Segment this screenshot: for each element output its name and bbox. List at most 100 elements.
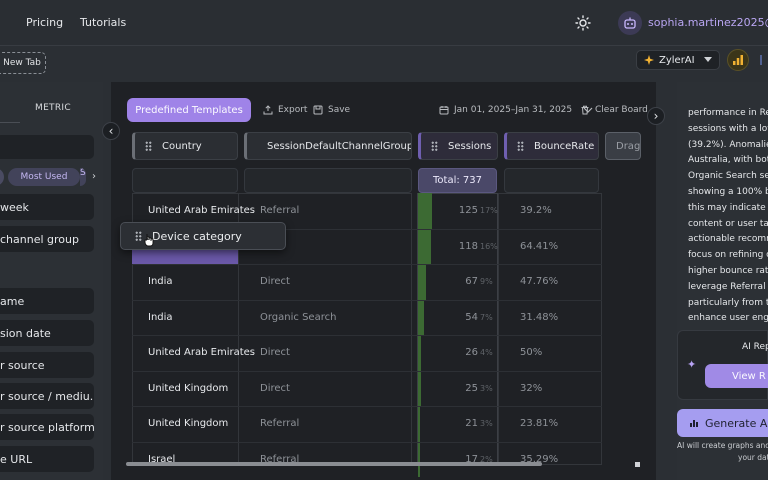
cell-bouncerate: 31.48% xyxy=(520,311,559,323)
table-row[interactable]: United Kingdom Direct 25 3% 32% xyxy=(132,371,602,406)
calendar-icon xyxy=(439,106,449,115)
dimension-item-label: channel group xyxy=(0,232,79,246)
channel-filter-input[interactable] xyxy=(244,168,412,193)
column-header-sessions[interactable]: Sessions xyxy=(418,132,498,160)
column-header-label: Country xyxy=(162,140,202,152)
row-divider xyxy=(132,299,602,301)
insight-line: showing a 100% bou xyxy=(688,186,768,197)
chip-next[interactable]: S xyxy=(80,168,86,186)
cell-sessions-percent: 9% xyxy=(480,277,493,286)
column-header-label: Sessions xyxy=(448,140,492,152)
dimension-item-label: r source xyxy=(0,358,45,372)
sessions-bar xyxy=(418,335,421,371)
cell-channel: Referral xyxy=(260,453,300,465)
generate-ai-button[interactable]: Generate AI xyxy=(677,409,768,437)
cell-channel: Direct xyxy=(260,347,290,358)
nav-tutorials[interactable]: Tutorials xyxy=(80,16,126,29)
cell-sessions: 21 xyxy=(465,418,478,429)
cell-country: India xyxy=(148,311,173,323)
country-filter-input[interactable] xyxy=(132,168,238,193)
dimension-search-input[interactable] xyxy=(0,135,94,159)
export-label: Export xyxy=(278,105,308,115)
bouncerate-filter-input[interactable] xyxy=(504,168,599,193)
column-header-label: BounceRate xyxy=(534,140,595,152)
cell-sessions-percent: 2% xyxy=(480,454,493,464)
generate-ai-label: Generate AI xyxy=(705,416,768,430)
dimension-item[interactable]: r source platform xyxy=(0,414,94,440)
horizontal-scrollbar[interactable] xyxy=(126,462,542,466)
insight-line: leverage Referral tr xyxy=(688,281,768,292)
theme-sun-icon[interactable] xyxy=(575,15,591,31)
predefined-templates-button[interactable]: Predefined Templates xyxy=(127,98,251,122)
tab-metric[interactable]: METRIC xyxy=(35,103,71,113)
sessions-bar xyxy=(418,370,421,406)
cell-channel: Referral xyxy=(260,418,300,429)
column-drop-zone[interactable]: Drag xyxy=(605,132,641,160)
collapse-left-button[interactable]: ‹ xyxy=(102,122,120,140)
chip-previous[interactable] xyxy=(0,168,4,186)
sessions-bar xyxy=(418,264,426,300)
cell-sessions-percent: 3% xyxy=(480,419,493,428)
table-row[interactable]: India Organic Search 54 7% 31.48% xyxy=(132,300,602,335)
cell-country: India xyxy=(148,276,173,287)
table-row[interactable]: United Arab Emirates Direct 26 4% 50% xyxy=(132,335,602,370)
dimension-item[interactable]: e URL xyxy=(0,446,94,472)
drag-handle-icon[interactable] xyxy=(517,141,524,151)
table-row[interactable]: Israel Referral 17 2% 35.29% xyxy=(132,442,602,477)
column-header-country[interactable]: Country xyxy=(132,132,238,160)
sessions-bar xyxy=(418,228,432,264)
user-email[interactable]: sophia.martinez2025@g xyxy=(648,16,768,29)
cell-bouncerate: 32% xyxy=(520,382,543,394)
scroll-corner xyxy=(635,462,640,467)
new-tab-button[interactable]: New Tab xyxy=(0,52,46,74)
drag-handle-icon[interactable] xyxy=(431,141,438,151)
dimension-item[interactable]: sion date xyxy=(0,320,94,346)
row-divider xyxy=(132,370,602,372)
cell-country: Israel xyxy=(148,453,176,465)
table-row[interactable]: India Direct 67 9% 47.76% xyxy=(132,264,602,299)
row-divider xyxy=(132,264,602,265)
ai-selector-dropdown[interactable]: ZylerAI xyxy=(636,50,720,70)
column-header-bouncerate[interactable]: BounceRate xyxy=(504,132,599,160)
analytics-logo-icon[interactable] xyxy=(727,49,749,71)
date-range-picker[interactable]: Jan 01, 2025–Jan 31, 2025 xyxy=(439,105,593,115)
save-button[interactable]: Save xyxy=(313,105,350,115)
view-report-button[interactable]: View R xyxy=(705,364,768,388)
drag-handle-icon[interactable] xyxy=(145,141,152,151)
clear-board-button[interactable]: Clear Board xyxy=(580,105,648,115)
dimension-item[interactable]: week xyxy=(0,194,94,220)
user-avatar-icon[interactable] xyxy=(618,11,642,35)
drag-handle-icon[interactable] xyxy=(135,231,142,241)
sessions-total: Total: 737 xyxy=(418,168,497,193)
insight-line: particularly from the xyxy=(688,297,768,308)
dimension-item[interactable]: ame xyxy=(0,288,94,314)
dimension-item[interactable]: r source / mediu... xyxy=(0,383,94,409)
chip-most-used[interactable]: Most Used xyxy=(8,168,80,186)
chip-next-label: S xyxy=(80,168,86,178)
export-button[interactable]: Export xyxy=(263,105,307,115)
table-row[interactable]: United Kingdom Referral 21 3% 23.81% xyxy=(132,406,602,441)
sparkle-icon: ✦ xyxy=(687,358,697,371)
column-header-channel-group[interactable]: SessionDefaultChannelGroup xyxy=(244,132,412,160)
drop-indicator xyxy=(132,250,238,264)
zyler-logo-icon xyxy=(644,55,654,65)
trash-icon xyxy=(581,105,589,115)
filter-chip-row: Most Used S › xyxy=(0,168,103,186)
predefined-templates-label: Predefined Templates xyxy=(135,104,243,116)
collapse-right-button[interactable]: › xyxy=(647,107,665,125)
chevron-left-icon: ‹ xyxy=(108,124,114,138)
dimension-item[interactable]: channel group xyxy=(0,226,94,252)
generate-note: AI will create graphs and w your dat xyxy=(677,440,768,464)
tab-underline xyxy=(0,122,20,123)
chevron-right-icon[interactable]: › xyxy=(92,171,96,182)
cell-bouncerate: 23.81% xyxy=(520,418,559,429)
row-divider xyxy=(132,335,602,336)
save-icon xyxy=(313,105,323,115)
nav-pricing[interactable]: Pricing xyxy=(26,16,63,29)
date-range-label: Jan 01, 2025–Jan 31, 2025 xyxy=(454,105,573,115)
insight-line: higher bounce rates xyxy=(688,265,768,276)
ai-report-label: AI Rep xyxy=(742,342,768,352)
save-label: Save xyxy=(328,105,351,115)
bar-chart-icon xyxy=(690,420,698,427)
dimension-item[interactable]: r source xyxy=(0,352,94,378)
